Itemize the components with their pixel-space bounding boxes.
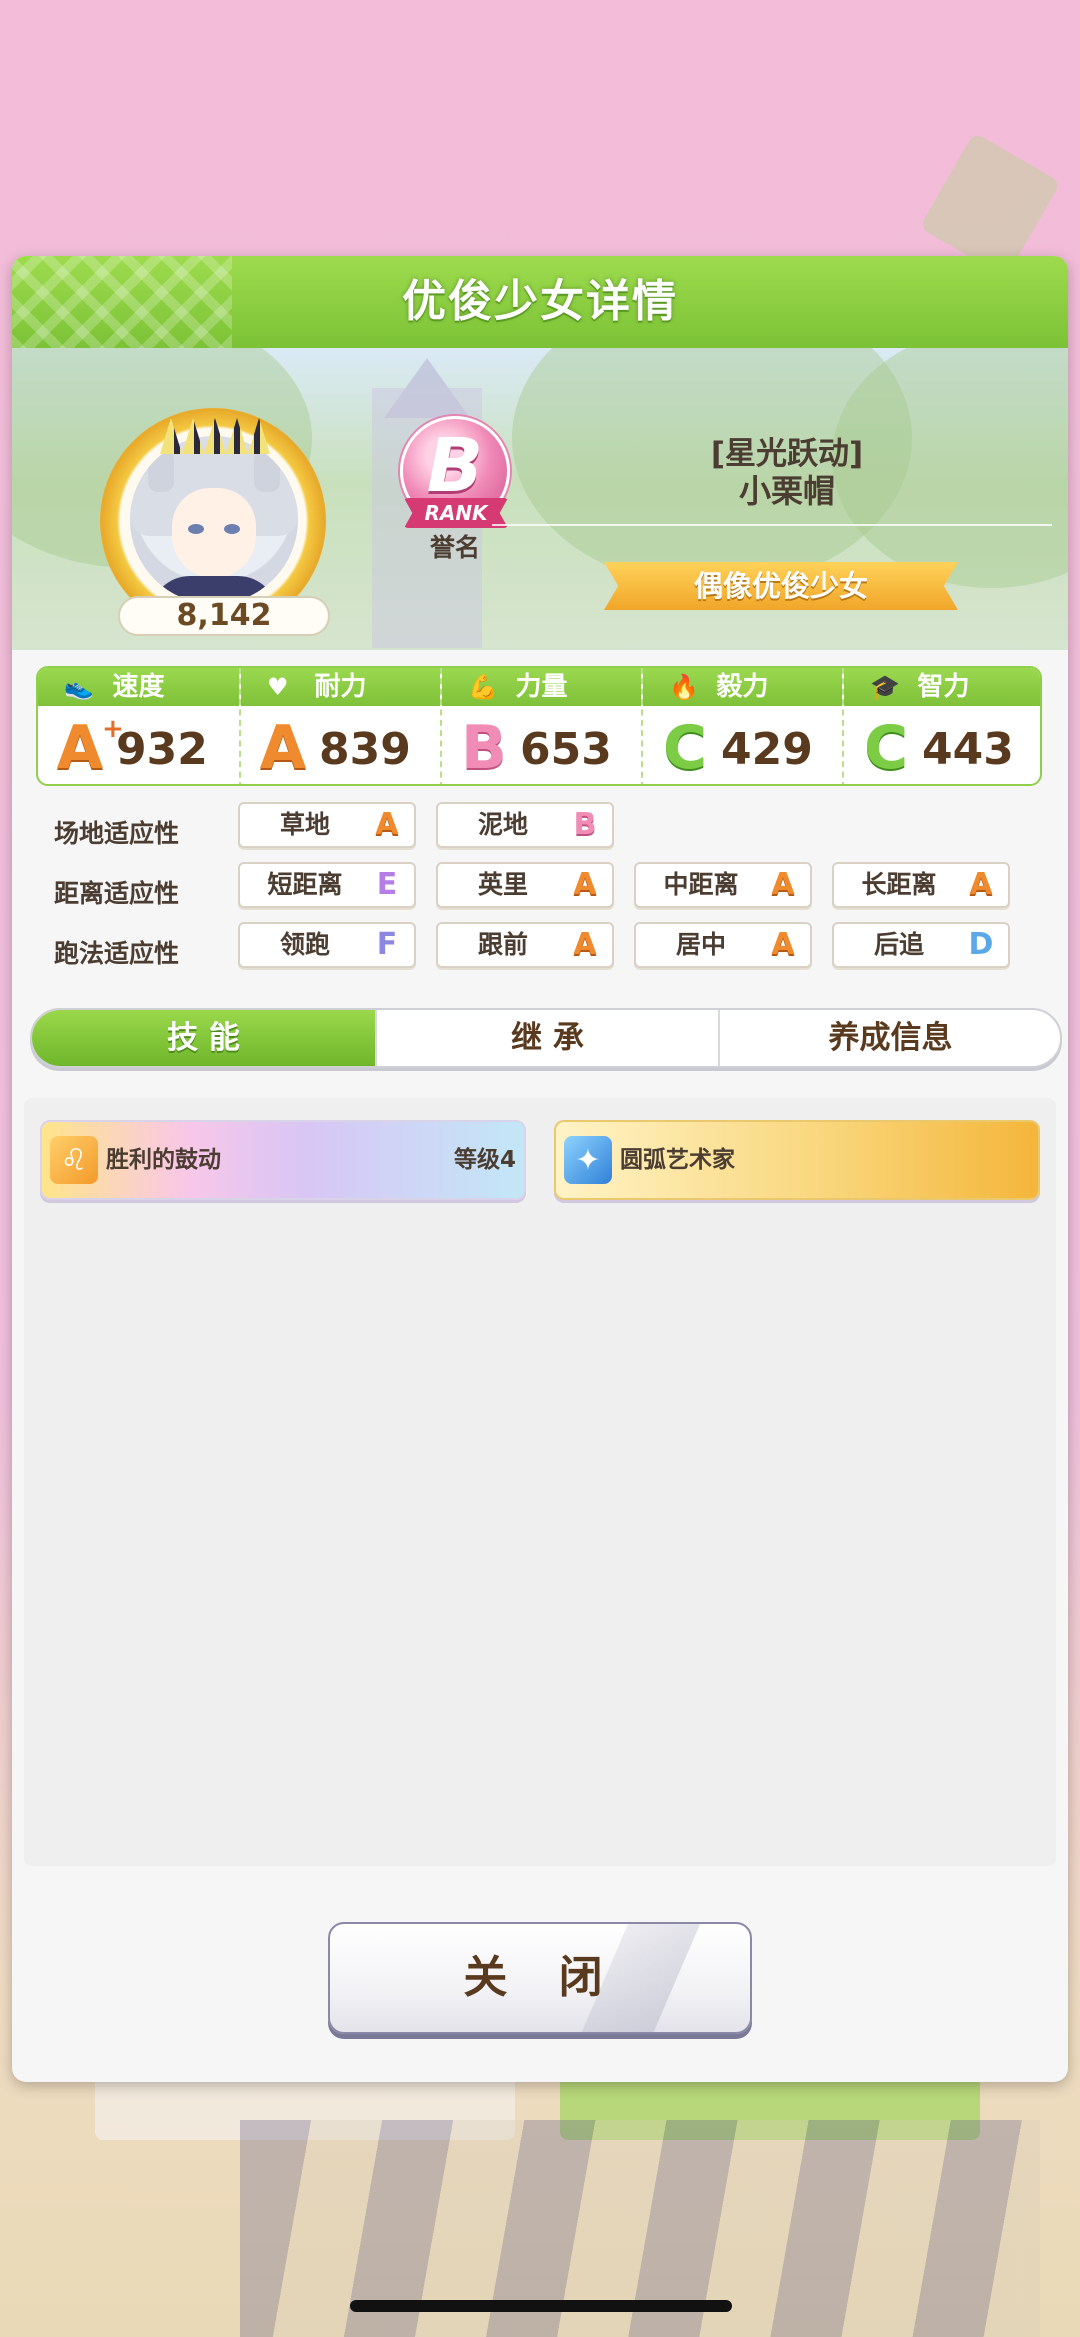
flame-icon: 🔥 (669, 673, 699, 701)
aptitude-chip: 后追 D (832, 922, 1010, 968)
aptitude-name: 领跑 (279, 930, 330, 959)
skill-list: ♌ 胜利的鼓动 等级4 ✦ 圆弧艺术家 (24, 1098, 1056, 1866)
stat-label: 速度 (112, 672, 165, 702)
portrait-eye (224, 524, 240, 534)
stat-grade: A (259, 713, 307, 783)
dialog-header: 优俊少女详情 (12, 256, 1068, 348)
stat-value: 653 (520, 724, 612, 775)
stat-header: 🔥 毅力 (643, 668, 842, 706)
stat-label: 耐力 (314, 672, 367, 702)
divider (492, 524, 1052, 526)
home-indicator[interactable] (350, 2300, 732, 2312)
strategy-aptitude-label: 跑法适应性 (54, 939, 180, 968)
aptitude-name: 短距离 (267, 870, 343, 899)
skill-name: 圆弧艺术家 (620, 1147, 735, 1173)
stat-value: 932 (116, 724, 208, 775)
aptitude-grade: A (375, 807, 399, 842)
skill-card[interactable]: ♌ 胜利的鼓动 等级4 (40, 1120, 526, 1200)
aptitude-chip: 短距离 E (238, 862, 416, 908)
detail-tabs: 技 能 继 承 养成信息 (30, 1008, 1062, 1068)
stat-header: 💪 力量 (442, 668, 641, 706)
aptitude-name: 跟前 (477, 930, 528, 959)
stat-value: 429 (721, 724, 813, 775)
stat-label: 智力 (917, 672, 970, 702)
stat-column: 💪 力量 B 653 (440, 668, 641, 784)
skill-name: 胜利的鼓动 (106, 1147, 221, 1173)
aptitude-chip: 长距离 A (832, 862, 1010, 908)
aptitude-grade: D (968, 927, 994, 962)
stat-value: 443 (922, 724, 1014, 775)
close-button[interactable]: 关 闭 (328, 1922, 752, 2034)
aptitude-chip: 草地 A (238, 802, 416, 848)
aptitude-grade: A (771, 867, 795, 902)
character-detail-dialog: 优俊少女详情 8,142 B RANK 誉名 [星光跃动] 小栗帽 偶像优俊少女… (12, 256, 1068, 2082)
skill-card[interactable]: ✦ 圆弧艺术家 (554, 1120, 1040, 1200)
aptitude-name: 泥地 (477, 810, 528, 839)
dialog-title: 优俊少女详情 (402, 276, 678, 327)
aptitude-name: 草地 (279, 810, 330, 839)
aptitude-grade: A (573, 927, 597, 962)
rank-caption: 誉名 (429, 533, 480, 562)
stat-label: 力量 (515, 672, 568, 702)
aptitude-chip: 泥地 B (436, 802, 614, 848)
stat-header: 👟 速度 (38, 668, 239, 706)
aptitude-chip: 居中 A (634, 922, 812, 968)
portrait-eye (188, 524, 204, 534)
aptitude-grade: A (771, 927, 795, 962)
muscle-icon: 💪 (468, 673, 498, 701)
character-banner: 8,142 B RANK 誉名 [星光跃动] 小栗帽 偶像优俊少女 (12, 348, 1068, 650)
stat-label: 毅力 (716, 672, 769, 702)
aptitude-grade: A (573, 867, 597, 902)
aptitude-name: 英里 (477, 870, 528, 899)
aptitude-chip: 中距离 A (634, 862, 812, 908)
stat-column: 🎓 智力 C 443 (842, 668, 1040, 784)
aptitude-name: 长距离 (861, 870, 937, 899)
stat-grade: A (56, 713, 104, 783)
stat-header: 🎓 智力 (844, 668, 1040, 706)
tab-inheritance[interactable]: 继 承 (375, 1010, 718, 1066)
stats-panel: 👟 速度 A +932 ♥ 耐力 A 839 💪 力量 B 653 🔥 毅力 C 429 🎓 智力 C 443 (36, 666, 1042, 786)
stat-column: 🔥 毅力 C 429 (641, 668, 842, 784)
aptitude-grade: E (376, 867, 398, 902)
distance-aptitude-label: 距离适应性 (54, 879, 180, 908)
stat-grade: B (461, 713, 507, 783)
stat-grade: C (662, 713, 708, 783)
heart-icon: ♥ (267, 673, 289, 701)
sparkle-icon: ✦ (564, 1136, 612, 1184)
tab-training-info[interactable]: 养成信息 (718, 1010, 1060, 1066)
character-portrait[interactable] (130, 436, 298, 604)
aptitude-chip: 英里 A (436, 862, 614, 908)
stat-grade: C (863, 713, 909, 783)
stat-header: ♥ 耐力 (241, 668, 440, 706)
aptitude-grade: A (969, 867, 993, 902)
aptitude-name: 居中 (675, 930, 726, 959)
aptitude-chip: 领跑 F (238, 922, 416, 968)
tab-skills[interactable]: 技 能 (32, 1010, 375, 1066)
stat-column: ♥ 耐力 A 839 (239, 668, 440, 784)
stat-column: 👟 速度 A +932 (38, 668, 239, 784)
portrait-face (172, 488, 256, 578)
aptitude-grade: F (376, 927, 398, 962)
aptitude-chip: 跟前 A (436, 922, 614, 968)
aptitude-name: 后追 (873, 930, 924, 959)
character-name: 小栗帽 (738, 472, 835, 510)
skill-level: 等级4 (453, 1147, 516, 1173)
grad-cap-icon: 🎓 (870, 673, 900, 701)
evaluation-score: 8,142 (118, 596, 330, 636)
track-aptitude-label: 场地适应性 (54, 819, 180, 848)
aptitude-name: 中距离 (663, 870, 739, 899)
aptitude-grade: B (573, 807, 597, 842)
stat-value: 839 (319, 724, 411, 775)
character-class-ribbon: 偶像优俊少女 (604, 562, 958, 610)
lion-icon: ♌ (50, 1136, 98, 1184)
close-button-label: 关 闭 (463, 1952, 621, 2003)
shoe-icon: 👟 (64, 673, 94, 701)
